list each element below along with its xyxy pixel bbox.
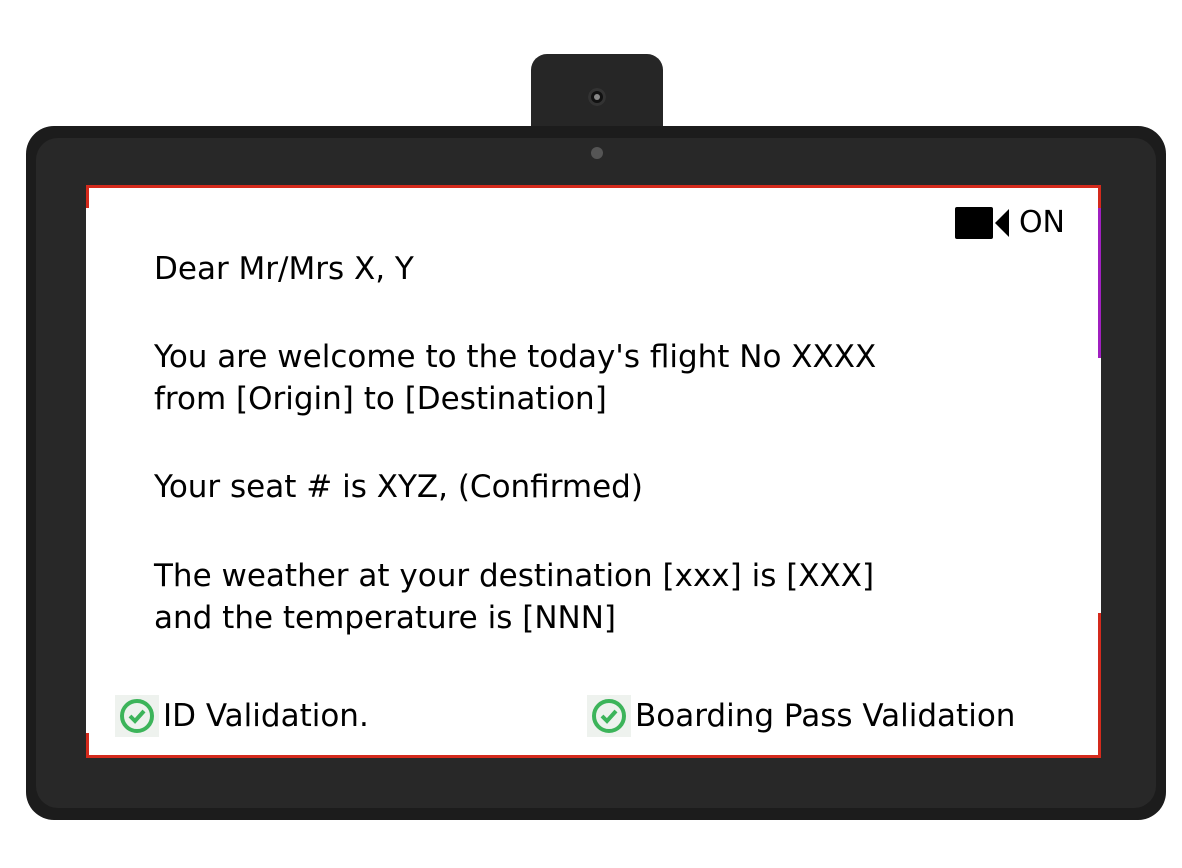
front-camera [591, 147, 603, 159]
check-circle-icon [115, 695, 159, 737]
boarding-pass-validation-label: Boarding Pass Validation [635, 698, 1016, 734]
weather-line-1: The weather at your destination [xxx] is… [154, 558, 875, 594]
id-validation-label: ID Validation. [163, 698, 369, 734]
camera-status[interactable]: ON [954, 205, 1065, 240]
check-circle-icon [587, 695, 631, 737]
id-validation: ID Validation. [115, 695, 369, 737]
screen-edge-right-top [1098, 188, 1101, 208]
camera-status-label: ON [1018, 205, 1065, 240]
video-camera-icon [954, 206, 1009, 239]
welcome-line-2: from [Origin] to [Destination] [154, 381, 607, 417]
external-camera-lens [588, 88, 606, 106]
screen-edge-right-purple [1098, 208, 1101, 358]
weather-line-2: and the temperature is [NNN] [154, 600, 616, 636]
welcome-line-1: You are welcome to the today's flight No… [154, 339, 877, 375]
greeting: Dear Mr/Mrs X, Y [154, 251, 414, 287]
screen-edge-right-bottom [1098, 613, 1101, 755]
screen-edge-left-bottom [86, 733, 89, 755]
kiosk-screen: ON Dear Mr/Mrs X, Y You are welcome to t… [86, 185, 1101, 758]
screen-edge-left-top [86, 188, 89, 208]
boarding-pass-validation: Boarding Pass Validation [587, 695, 1015, 737]
seat-info: Your seat # is XYZ, (Confirmed) [154, 469, 643, 505]
